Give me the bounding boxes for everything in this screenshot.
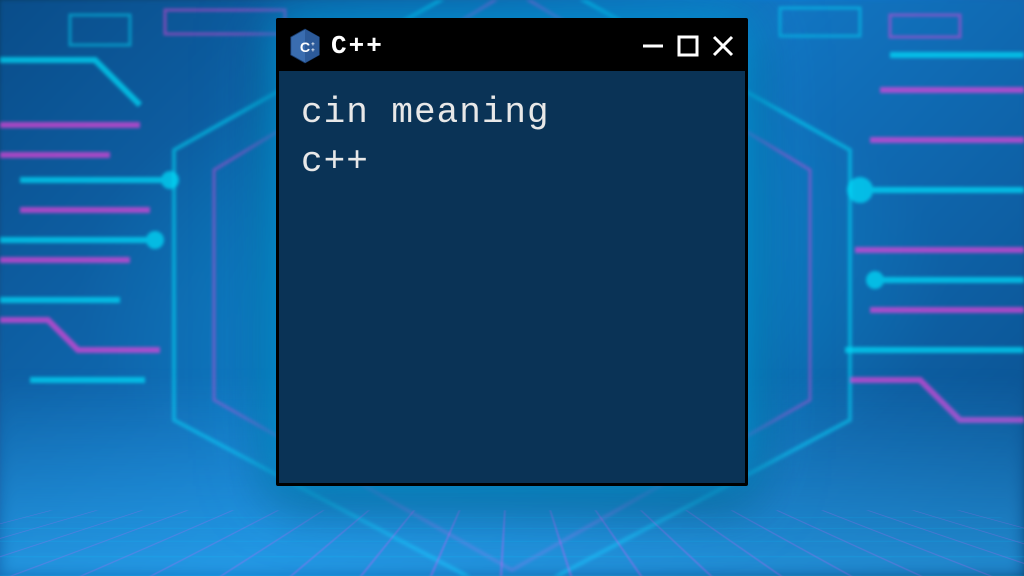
terminal-line-1: cin meaning bbox=[301, 89, 723, 138]
minimize-button[interactable] bbox=[641, 34, 665, 58]
terminal-window: C + + C++ cin meaning c++ bbox=[276, 18, 748, 486]
cpp-icon: C + + bbox=[289, 28, 321, 64]
maximize-button[interactable] bbox=[677, 35, 699, 57]
terminal-line-2: c++ bbox=[301, 138, 723, 187]
svg-text:C: C bbox=[300, 40, 310, 56]
floor-grid bbox=[0, 510, 1024, 576]
svg-text:+: + bbox=[311, 47, 315, 54]
titlebar[interactable]: C + + C++ bbox=[279, 21, 745, 71]
window-title: C++ bbox=[331, 31, 631, 61]
window-controls bbox=[641, 34, 735, 58]
close-button[interactable] bbox=[711, 34, 735, 58]
terminal-body[interactable]: cin meaning c++ bbox=[279, 71, 745, 204]
